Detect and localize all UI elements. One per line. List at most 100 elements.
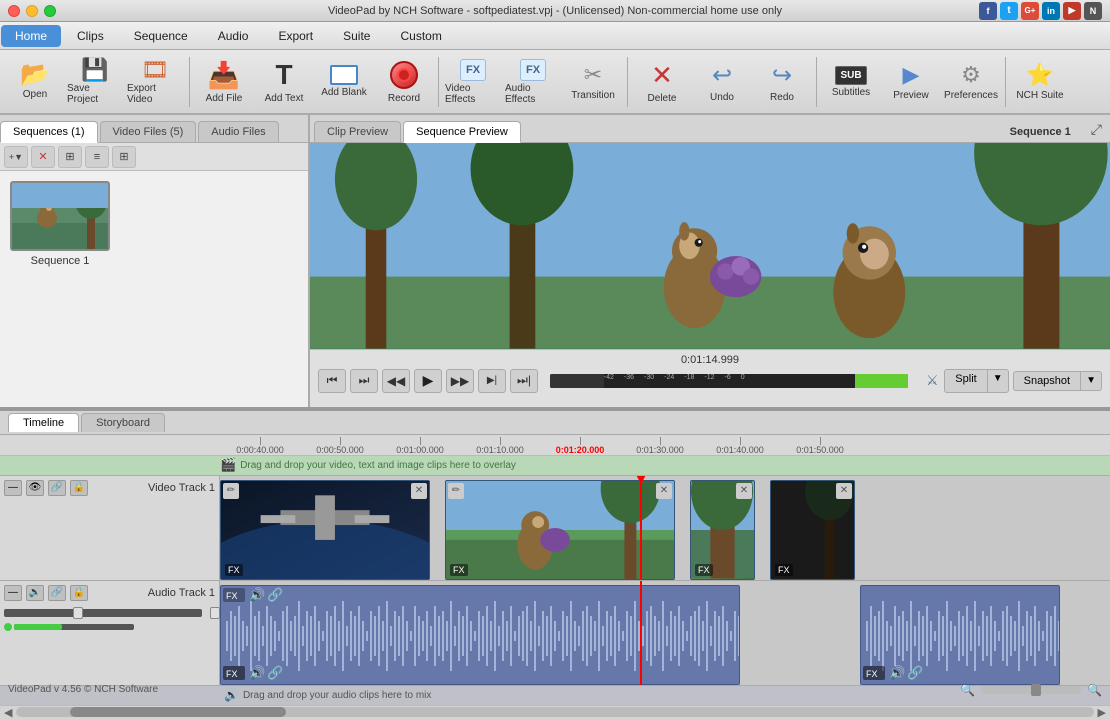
add-blank-button[interactable]: Add Blank — [315, 54, 373, 110]
scroll-left-btn[interactable]: ◀ — [4, 706, 12, 719]
audio-track-lock[interactable]: 🔒 — [70, 585, 88, 601]
audio-volume-slider[interactable] — [4, 609, 202, 617]
export-video-button[interactable]: 🎞 Export Video — [126, 54, 184, 110]
menu-export[interactable]: Export — [264, 25, 327, 47]
audio-track-link[interactable]: 🔗 — [48, 585, 66, 601]
close-button[interactable] — [8, 5, 20, 17]
title-bar: VideoPad by NCH Software - softpediatest… — [0, 0, 1110, 22]
go-to-start-button[interactable]: ⏮ — [318, 369, 346, 393]
video-track-link[interactable]: 🔗 — [48, 480, 66, 496]
menu-custom[interactable]: Custom — [386, 25, 455, 47]
audio-effects-button[interactable]: FX Audio Effects — [504, 54, 562, 110]
transition-button[interactable]: ✂ Transition — [564, 54, 622, 110]
toolbar-separator-3 — [627, 57, 628, 107]
go-to-end-button[interactable]: ⏭| — [510, 369, 538, 393]
undo-button[interactable]: ↩ Undo — [693, 54, 751, 110]
twitter-icon[interactable]: t — [1000, 2, 1018, 20]
audio-pan-thumb[interactable] — [210, 607, 220, 619]
video-track-lock[interactable]: 🔒 — [70, 480, 88, 496]
menu-home[interactable]: Home — [1, 25, 61, 47]
subtitles-button[interactable]: SUB Subtitles — [822, 54, 880, 110]
clip-1-close-button[interactable]: ✕ — [411, 483, 427, 499]
audio-track-content[interactable]: FX 🔊 🔗 FX 🔊 🔗 — [220, 581, 1110, 686]
scroll-thumb[interactable] — [70, 707, 285, 717]
tab-timeline[interactable]: Timeline — [8, 413, 79, 432]
split-button[interactable]: Split — [944, 369, 986, 393]
sequence-item[interactable]: Sequence 1 — [10, 181, 110, 267]
menu-clips[interactable]: Clips — [63, 25, 118, 47]
tab-video-files[interactable]: Video Files (5) — [100, 121, 197, 142]
preview-button[interactable]: ▶ Preview — [882, 54, 940, 110]
prev-frame-button[interactable]: ⏭ — [350, 369, 378, 393]
play-button[interactable]: ▶ — [414, 369, 442, 393]
facebook-icon[interactable]: f — [979, 2, 997, 20]
nch-icon[interactable]: N — [1084, 2, 1102, 20]
split-dropdown-button[interactable]: ▼ — [987, 369, 1009, 393]
youtube-icon[interactable]: ▶ — [1063, 2, 1081, 20]
menu-suite[interactable]: Suite — [329, 25, 384, 47]
clip-2-close-button[interactable]: ✕ — [656, 483, 672, 499]
clip-1-edit-button[interactable]: ✏ — [223, 483, 239, 499]
minimize-button[interactable] — [26, 5, 38, 17]
snapshot-dropdown-button[interactable]: ▼ — [1080, 371, 1102, 391]
audio-clip-2[interactable]: FX 🔊 🔗 — [860, 585, 1060, 685]
open-button[interactable]: 📂 Open — [6, 54, 64, 110]
redo-button[interactable]: ↪ Redo — [753, 54, 811, 110]
tab-clip-preview[interactable]: Clip Preview — [314, 121, 401, 142]
clip-1-fx-label[interactable]: FX — [225, 564, 243, 576]
nch-suite-button[interactable]: ⭐ NCH Suite — [1011, 54, 1069, 110]
audio-clip-1[interactable]: FX 🔊 🔗 FX 🔊 🔗 — [220, 585, 740, 685]
duplicate-sequence-button[interactable]: ⊞ — [58, 146, 82, 168]
save-project-button[interactable]: 💾 Save Project — [66, 54, 124, 110]
video-track-content[interactable]: ✏ ✕ FX — [220, 476, 1110, 580]
clip-4-close-button[interactable]: ✕ — [836, 483, 852, 499]
add-sequence-button[interactable]: +▼ — [4, 146, 28, 168]
timeline-scrollbar[interactable]: ◀ ▶ — [0, 705, 1110, 719]
video-clip-3[interactable]: ✕ FX — [690, 480, 755, 580]
scroll-right-btn[interactable]: ▶ — [1098, 706, 1106, 719]
list-view-button[interactable]: ≡ — [85, 146, 109, 168]
playhead[interactable] — [640, 476, 642, 580]
delete-button[interactable]: ✕ Delete — [633, 54, 691, 110]
fast-forward-button[interactable]: ▶▶ — [446, 369, 474, 393]
remove-sequence-button[interactable]: ✕ — [31, 146, 55, 168]
video-clip-1[interactable]: ✏ ✕ FX — [220, 480, 430, 580]
googleplus-icon[interactable]: G+ — [1021, 2, 1039, 20]
tab-audio-files[interactable]: Audio Files — [198, 121, 278, 142]
rewind-button[interactable]: ◀◀ — [382, 369, 410, 393]
audio-volume-thumb[interactable] — [73, 607, 83, 619]
preferences-button[interactable]: ⚙ Preferences — [942, 54, 1000, 110]
clip-3-close-button[interactable]: ✕ — [736, 483, 752, 499]
audio-track-mute[interactable]: 🔊 — [26, 585, 44, 601]
clip-3-fx-label[interactable]: FX — [695, 564, 713, 576]
scroll-track[interactable] — [16, 707, 1093, 717]
video-track-eye[interactable]: 👁 — [26, 480, 44, 496]
svg-text:🔗: 🔗 — [267, 664, 283, 681]
tab-storyboard[interactable]: Storyboard — [81, 413, 165, 432]
expand-preview-button[interactable]: ⤢ — [1083, 117, 1110, 142]
clip-4-fx-label[interactable]: FX — [775, 564, 793, 576]
clip-2-edit-button[interactable]: ✏ — [448, 483, 464, 499]
tab-sequence-preview[interactable]: Sequence Preview — [403, 121, 521, 143]
tab-sequences[interactable]: Sequences (1) — [0, 121, 98, 143]
snapshot-button[interactable]: Snapshot — [1013, 371, 1080, 391]
zoom-slider[interactable] — [981, 686, 1081, 694]
add-file-button[interactable]: 📥 Add File — [195, 54, 253, 110]
video-effects-button[interactable]: FX Video Effects — [444, 54, 502, 110]
audio-playhead[interactable] — [640, 581, 642, 686]
grid-view-button[interactable]: ⊞ — [112, 146, 136, 168]
record-button[interactable]: Record — [375, 54, 433, 110]
clip-2-fx-label[interactable]: FX — [450, 564, 468, 576]
maximize-button[interactable] — [44, 5, 56, 17]
linkedin-icon[interactable]: in — [1042, 2, 1060, 20]
save-icon: 💾 — [81, 59, 108, 81]
next-frame-button[interactable]: ▶| — [478, 369, 506, 393]
audio-track-collapse[interactable]: — — [4, 585, 22, 601]
add-text-button[interactable]: T Add Text — [255, 54, 313, 110]
zoom-thumb[interactable] — [1031, 684, 1041, 696]
menu-sequence[interactable]: Sequence — [120, 25, 202, 47]
video-track-collapse[interactable]: — — [4, 480, 22, 496]
menu-audio[interactable]: Audio — [204, 25, 263, 47]
video-clip-4[interactable]: ✕ FX — [770, 480, 855, 580]
timecode-display: 0:01:14.999 — [318, 354, 1102, 366]
